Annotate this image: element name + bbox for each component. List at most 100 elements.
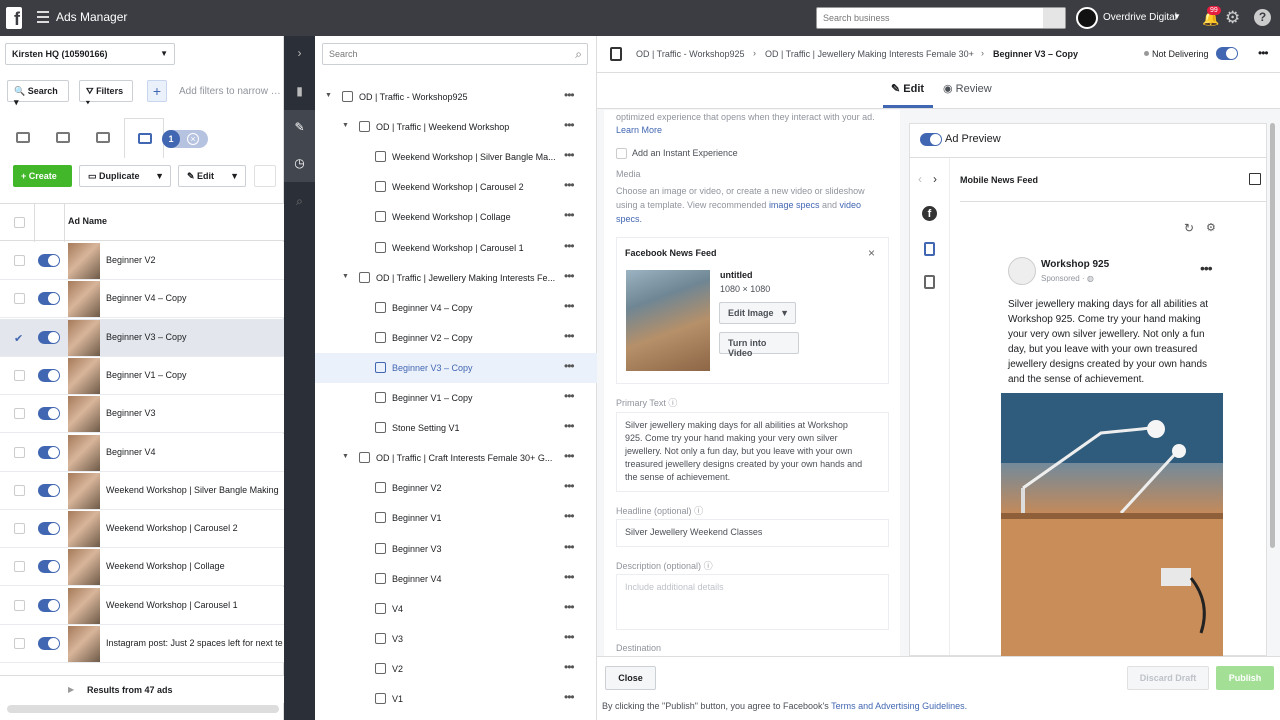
tab-ads[interactable] [124, 118, 164, 158]
selected-count-badge[interactable]: 1 × [162, 130, 208, 148]
help-icon[interactable]: ? [1254, 9, 1271, 26]
tree-node-adset[interactable]: ▼ OD | Traffic | Jewellery Making Interes… [315, 263, 597, 293]
more-actions-button[interactable] [254, 165, 276, 187]
breadcrumb-adset[interactable]: OD | Traffic | Jewellery Making Interest… [765, 49, 977, 59]
tab-edit[interactable]: ✎ Edit [891, 82, 924, 95]
tree-node-ad[interactable]: Beginner V4 ••• [315, 564, 597, 594]
close-icon[interactable]: × [868, 246, 875, 260]
bug-icon[interactable]: ⚙ [1206, 221, 1216, 234]
media-thumbnail[interactable] [626, 270, 710, 371]
ad-name[interactable]: Beginner V3 [106, 408, 284, 418]
table-row[interactable]: Beginner V1 – Copy [0, 356, 284, 395]
toggle-switch[interactable] [1216, 47, 1238, 60]
row-checkbox[interactable]: ✔ [14, 332, 25, 345]
row-checkbox[interactable] [14, 293, 25, 305]
more-options-icon[interactable]: ••• [564, 660, 575, 674]
ad-toggle[interactable] [38, 368, 60, 382]
more-options-icon[interactable]: ••• [564, 269, 575, 283]
chevron-down-icon[interactable]: ▼ [325, 92, 332, 99]
more-options-icon[interactable]: ••• [564, 690, 575, 704]
ad-account-selector[interactable]: Kirsten HQ (10590166) ▼ [5, 43, 175, 65]
more-options-icon[interactable]: ••• [564, 88, 575, 102]
duplicate-button[interactable]: ▭ Duplicate ▼ [79, 165, 171, 187]
more-options-icon[interactable]: ••• [564, 359, 575, 373]
chevron-left-icon[interactable]: ‹ [918, 172, 922, 186]
more-options-icon[interactable]: ••• [564, 239, 575, 253]
row-checkbox[interactable] [14, 599, 25, 611]
tree-node-ad[interactable]: Beginner V3 – Copy ••• [315, 352, 597, 383]
collapse-arrow-icon[interactable]: › [292, 46, 307, 61]
tree-node-ad[interactable]: Weekend Workshop | Silver Bangle Ma... ••… [315, 142, 597, 172]
ad-name[interactable]: Weekend Workshop | Silver Bangle Making [106, 485, 284, 495]
caret-down-icon[interactable]: ▼ [155, 171, 164, 181]
tree-node-ad[interactable]: Beginner V1 ••• [315, 503, 597, 533]
image-specs-link[interactable]: image specs [769, 200, 820, 210]
ad-toggle[interactable] [38, 560, 60, 574]
more-options-icon[interactable]: ••• [564, 419, 575, 433]
close-button[interactable]: Close [605, 666, 656, 690]
row-checkbox[interactable] [14, 638, 25, 649]
ad-name[interactable]: Weekend Workshop | Carousel 2 [106, 523, 284, 533]
pencil-icon[interactable]: ✎ [292, 120, 307, 135]
desktop-feed-icon[interactable] [924, 275, 935, 289]
more-options-icon[interactable]: ••• [564, 600, 575, 614]
ad-toggle[interactable] [38, 254, 60, 267]
tree-node-ad[interactable]: Stone Setting V1 ••• [315, 413, 597, 443]
ad-toggle[interactable] [38, 292, 60, 306]
table-row[interactable]: Beginner V4 [0, 433, 284, 472]
row-checkbox[interactable] [14, 561, 25, 573]
more-options-icon[interactable]: ••• [564, 389, 575, 403]
facebook-logo-icon[interactable]: f [6, 7, 22, 29]
tree-node-ad[interactable]: V3 ••• [315, 624, 597, 654]
add-filter-button[interactable]: + [147, 80, 167, 102]
table-row[interactable]: Beginner V3 [0, 395, 284, 434]
row-checkbox[interactable] [14, 255, 25, 266]
breadcrumb-campaign[interactable]: OD | Traffic - Workshop925 [636, 49, 748, 59]
ad-preview-toggle[interactable] [920, 133, 942, 146]
chevron-right-icon[interactable]: › [933, 172, 937, 186]
ad-toggle[interactable] [38, 522, 60, 536]
edit-image-button[interactable]: Edit Image ▼ [719, 302, 796, 324]
ad-name[interactable]: Beginner V4 – Copy [106, 293, 284, 303]
search-icon[interactable]: ⌕ [575, 47, 582, 62]
terms-link[interactable]: Terms and Advertising Guidelines. [831, 701, 967, 711]
search-business-input[interactable]: Search business [816, 7, 1066, 29]
tree-node-ad[interactable]: Beginner V3 ••• [315, 534, 597, 564]
learn-more-link[interactable]: Learn More [616, 124, 662, 138]
more-options-icon[interactable]: ••• [564, 540, 575, 554]
discard-draft-button[interactable]: Discard Draft [1127, 666, 1209, 690]
ad-name[interactable]: Beginner V2 [106, 255, 284, 265]
search-dropdown[interactable]: 🔍 Search ▾ [7, 80, 69, 107]
table-row[interactable]: Weekend Workshop | Carousel 2 [0, 510, 284, 549]
more-options-icon[interactable]: ••• [564, 118, 575, 132]
info-icon[interactable]: ⓘ [694, 506, 703, 516]
ad-toggle[interactable] [38, 330, 60, 344]
bar-chart-icon[interactable]: ▮ [292, 84, 307, 99]
video-specs-link-cont[interactable]: specs. [616, 213, 642, 227]
search-icon[interactable] [1043, 8, 1065, 28]
publish-button[interactable]: Publish [1216, 666, 1274, 690]
account-name[interactable]: Overdrive Digital [1103, 12, 1177, 23]
tree-node-adset[interactable]: ▼ OD | Traffic | Craft Interests Female 3… [315, 443, 597, 473]
tab-ad-sets[interactable] [83, 118, 123, 158]
row-checkbox[interactable] [14, 408, 25, 420]
clear-selection-icon[interactable]: × [187, 133, 199, 145]
more-options-icon[interactable]: ••• [564, 479, 575, 493]
table-row[interactable]: ✔ Beginner V3 – Copy [0, 318, 284, 357]
tree-node-ad[interactable]: V1 ••• [315, 684, 597, 714]
more-options-icon[interactable]: ••• [1258, 46, 1269, 60]
turn-into-video-button[interactable]: Turn into Video [719, 332, 799, 358]
tab-account-overview[interactable] [3, 118, 43, 158]
tree-node-adset[interactable]: ▼ OD | Traffic | Weekend Workshop ••• [315, 112, 597, 142]
caret-down-icon[interactable]: ▼ [230, 171, 239, 181]
instant-experience-checkbox[interactable] [616, 148, 627, 159]
refresh-icon[interactable]: ↻ [1184, 221, 1194, 235]
external-link-icon[interactable] [1249, 173, 1261, 185]
info-icon[interactable]: ⓘ [668, 398, 677, 408]
toggle-switch[interactable] [920, 133, 942, 146]
more-options-icon[interactable]: ••• [564, 178, 575, 192]
ad-toggle[interactable] [38, 407, 60, 421]
ad-name-column-header[interactable]: Ad Name [68, 216, 107, 226]
tree-node-ad[interactable]: Beginner V1 – Copy ••• [315, 383, 597, 413]
tree-node-ad[interactable]: Weekend Workshop | Collage ••• [315, 202, 597, 232]
